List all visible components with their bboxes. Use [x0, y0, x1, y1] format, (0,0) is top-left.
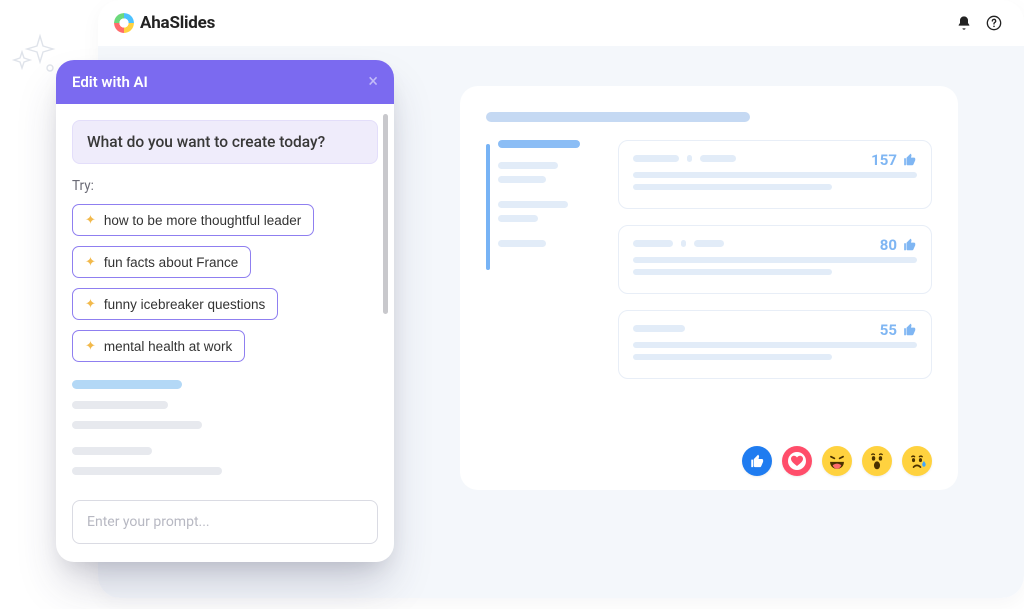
- prompt-input[interactable]: [72, 500, 378, 544]
- sparkle-icon: ✦: [85, 338, 96, 354]
- brand: AhaSlides: [114, 13, 215, 33]
- ph: [633, 257, 917, 263]
- vote-number: 157: [871, 151, 897, 169]
- chip-label: funny icebreaker questions: [104, 297, 265, 312]
- chip-label: fun facts about France: [104, 255, 238, 270]
- ph: [498, 201, 568, 208]
- reaction-haha-icon[interactable]: [822, 446, 852, 476]
- ph: [72, 380, 182, 389]
- close-icon[interactable]: ×: [368, 73, 378, 91]
- header-actions: [956, 15, 1002, 31]
- sparkle-icon: ✦: [85, 296, 96, 312]
- sparkle-decoration: [6, 28, 62, 84]
- accent-bar: [486, 144, 490, 270]
- try-label: Try:: [72, 178, 378, 194]
- reaction-wow-icon[interactable]: [862, 446, 892, 476]
- ai-loading-placeholders: [72, 380, 378, 475]
- suggestion-chips: ✦ how to be more thoughtful leader ✦ fun…: [72, 204, 378, 362]
- thumb-up-icon: [903, 238, 917, 252]
- ph: [498, 240, 546, 247]
- prompt-area: [56, 486, 394, 562]
- sparkle-icon: ✦: [85, 254, 96, 270]
- ph: [498, 176, 546, 183]
- ph: [633, 240, 673, 247]
- ph: [633, 354, 832, 360]
- ph: [498, 215, 538, 222]
- ai-panel-title: Edit with AI: [72, 73, 148, 91]
- brand-name: AhaSlides: [140, 13, 215, 33]
- slide-preview: 157: [460, 86, 958, 490]
- vote-number: 80: [880, 236, 897, 254]
- ph: [72, 447, 152, 455]
- reaction-sad-icon[interactable]: [902, 446, 932, 476]
- sparkle-icon: ✦: [85, 212, 96, 228]
- ai-edit-panel: Edit with AI × What do you want to creat…: [56, 60, 394, 562]
- vote-count: 80: [880, 236, 917, 254]
- ph: [633, 155, 679, 162]
- ph: [72, 401, 168, 409]
- ph: [72, 467, 222, 475]
- slide-side-placeholders: [486, 140, 596, 379]
- app-header: AhaSlides: [98, 0, 1024, 46]
- suggestion-chip[interactable]: ✦ mental health at work: [72, 330, 245, 362]
- ph: [694, 240, 724, 247]
- ai-panel-header: Edit with AI ×: [56, 60, 394, 104]
- brand-logo-icon: [114, 13, 134, 33]
- chip-label: mental health at work: [104, 339, 232, 354]
- ph: [633, 342, 917, 348]
- ph: [633, 269, 832, 275]
- suggestion-chip[interactable]: ✦ funny icebreaker questions: [72, 288, 278, 320]
- ph: [681, 240, 686, 247]
- vote-card: 55: [618, 310, 932, 379]
- vote-count: 157: [871, 151, 917, 169]
- ph: [72, 421, 202, 429]
- reactions-bar: [742, 446, 932, 476]
- ph: [700, 155, 736, 162]
- slide-title-placeholder: [486, 112, 750, 122]
- suggestion-chip[interactable]: ✦ how to be more thoughtful leader: [72, 204, 314, 236]
- vote-card: 80: [618, 225, 932, 294]
- ai-panel-body: What do you want to create today? Try: ✦…: [56, 104, 394, 486]
- vote-count: 55: [880, 321, 917, 339]
- reaction-like-icon[interactable]: [742, 446, 772, 476]
- ph: [687, 155, 692, 162]
- ph: [633, 184, 832, 190]
- thumb-up-icon: [903, 323, 917, 337]
- scrollbar[interactable]: [383, 114, 388, 314]
- help-icon[interactable]: [986, 15, 1002, 31]
- ph: [498, 162, 558, 169]
- notifications-icon[interactable]: [956, 15, 972, 31]
- ph: [633, 325, 685, 332]
- vote-card: 157: [618, 140, 932, 209]
- vote-number: 55: [880, 321, 897, 339]
- ai-hero-prompt: What do you want to create today?: [72, 120, 378, 164]
- vote-cards: 157: [618, 140, 932, 379]
- suggestion-chip[interactable]: ✦ fun facts about France: [72, 246, 251, 278]
- thumb-up-icon: [903, 153, 917, 167]
- chip-label: how to be more thoughtful leader: [104, 213, 301, 228]
- reaction-love-icon[interactable]: [782, 446, 812, 476]
- ph: [498, 140, 580, 148]
- ph: [633, 172, 917, 178]
